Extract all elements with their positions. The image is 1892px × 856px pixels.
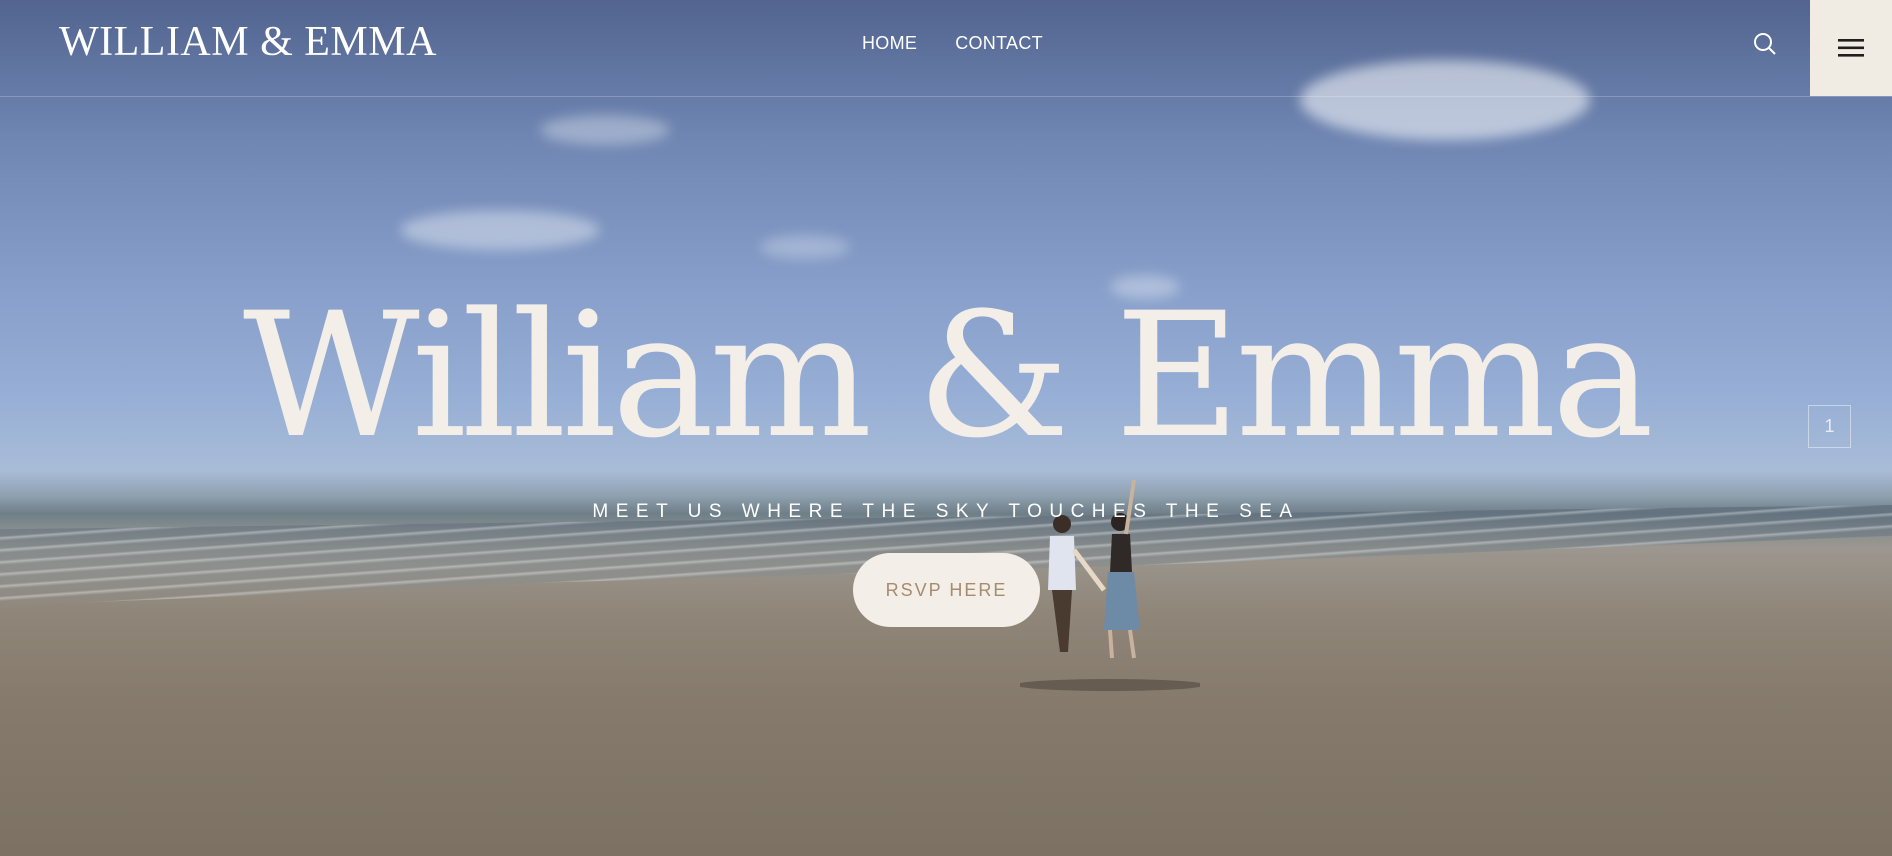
nav-home-link[interactable]: HOME [862, 33, 917, 54]
slide-indicator[interactable]: 1 [1808, 405, 1851, 448]
site-header: WILLIAM & EMMA HOME CONTACT [0, 0, 1892, 97]
cloud [760, 235, 850, 259]
site-logo[interactable]: WILLIAM & EMMA [59, 18, 437, 66]
search-icon [1754, 33, 1776, 55]
cloud [540, 115, 670, 145]
nav-contact-link[interactable]: CONTACT [955, 33, 1043, 54]
hero-title: William & Emma [242, 275, 1654, 476]
hamburger-menu-icon [1838, 39, 1864, 57]
menu-button[interactable] [1810, 0, 1892, 96]
rsvp-button[interactable]: RSVP HERE [853, 553, 1040, 627]
search-button[interactable] [1750, 30, 1780, 60]
main-nav: HOME CONTACT [862, 33, 1043, 54]
hero-tagline: MEET US WHERE THE SKY TOUCHES THE SEA [592, 501, 1300, 522]
cloud [400, 210, 600, 250]
